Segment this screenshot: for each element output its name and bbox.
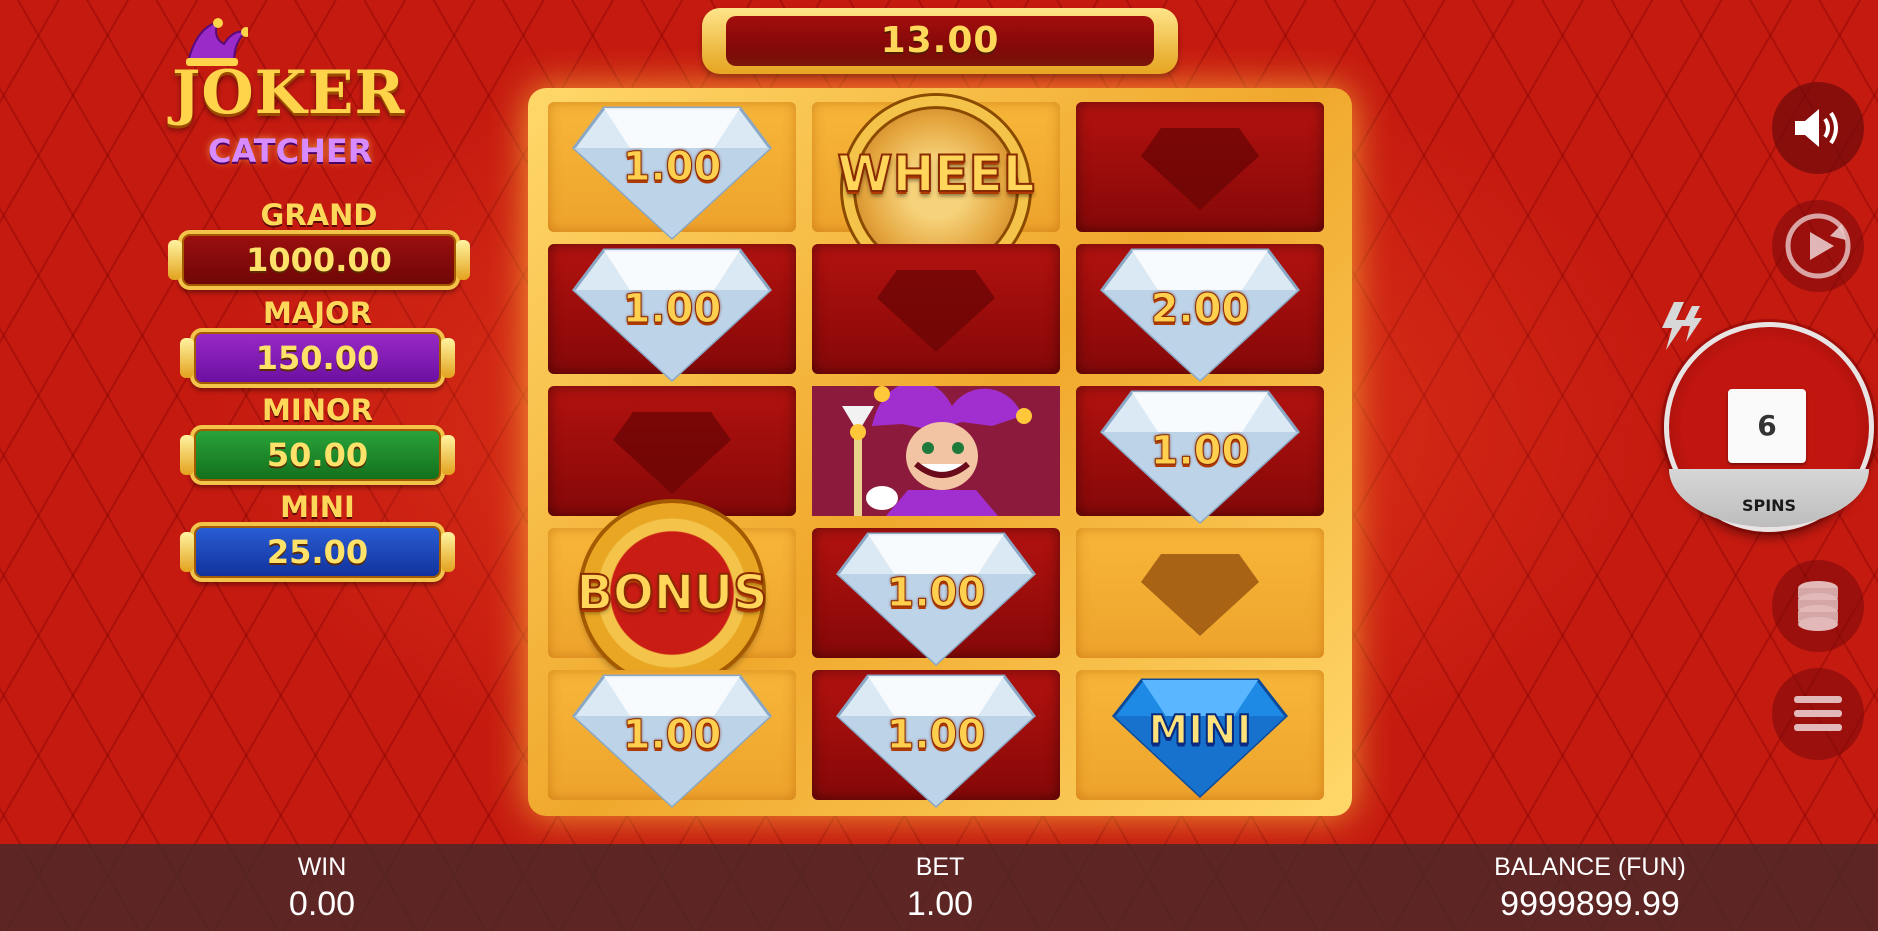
reel-cell-r2c2: 1.00 [1076, 386, 1324, 525]
jackpot-major-value: 150.00 [180, 328, 455, 388]
diamond-value: 1.00 [886, 712, 986, 759]
empty-diamond-icon [877, 270, 995, 352]
balance-display: BALANCE (FUN) 9999899.99 [1440, 852, 1740, 926]
diamond-symbol: 1.00 [564, 234, 780, 384]
autoplay-icon [1785, 213, 1851, 279]
reel-cell-r3c2 [1076, 528, 1324, 658]
jackpot-mini-label: MINI [280, 490, 355, 524]
jackpot-mini-value: 25.00 [180, 522, 455, 582]
wheel-symbol: WHEEL [836, 74, 1036, 282]
bet-button[interactable] [1772, 560, 1864, 652]
bonus-symbol: BONUS [575, 503, 769, 683]
coin-stack-icon [1798, 581, 1838, 631]
menu-button[interactable] [1772, 668, 1864, 760]
total-win-value: 13.00 [726, 16, 1154, 66]
menu-icon [1794, 696, 1842, 731]
game-logo: JOKER CATCHER [168, 18, 468, 170]
reel-cell-r2c1 [812, 386, 1060, 516]
jackpot-minor-label: MINOR [262, 393, 373, 427]
diamond-symbol: 1.00 [564, 92, 780, 242]
wheel-label: WHEEL [836, 144, 1035, 204]
reel-cell-r2c0 [548, 386, 796, 516]
reel-cell-r1c1 [812, 244, 1060, 374]
joker-icon [812, 386, 1060, 516]
diamond-symbol: 2.00 [1092, 234, 1308, 384]
jackpot-major-label: MAJOR [262, 296, 373, 330]
reel-cell-r1c2: 2.00 [1076, 244, 1324, 383]
empty-diamond-icon [613, 412, 731, 494]
empty-diamond-icon [1141, 554, 1259, 636]
bet-value: 1.00 [906, 885, 974, 923]
diamond-value: 1.00 [886, 570, 986, 617]
mini-diamond-symbol: MINI [1110, 670, 1290, 800]
diamond-value: 1.00 [622, 144, 722, 191]
bet-label: BET [915, 853, 965, 881]
status-bar: WIN 0.00 BET 1.00 BALANCE (FUN) 9999899.… [0, 844, 1878, 931]
jackpot-grand-label: GRAND [260, 198, 378, 232]
total-win-plaque: 13.00 [702, 8, 1178, 74]
jackpot-grand-value: 1000.00 [168, 230, 470, 290]
autoplay-button[interactable] [1772, 200, 1864, 292]
jackpot-grand: GRAND 1000.00 [168, 198, 470, 290]
jackpot-major: MAJOR 150.00 [180, 296, 455, 388]
logo-title-line1: JOKER [172, 58, 406, 128]
reel-cell-r3c0: BONUS [548, 503, 796, 683]
reel-cell-r4c2: MINI [1076, 670, 1324, 800]
bonus-label: BONUS [575, 564, 768, 622]
jackpot-minor-value: 50.00 [180, 425, 455, 485]
speaker-icon [1795, 109, 1838, 147]
sound-button[interactable] [1772, 82, 1864, 174]
spins-label: SPINS [1741, 496, 1797, 515]
empty-diamond-icon [1141, 128, 1259, 210]
win-value: 0.00 [288, 885, 356, 923]
bet-display: BET 1.00 [850, 852, 1030, 926]
reel-cell-r4c0: 1.00 [548, 670, 796, 809]
mini-label: MINI [1147, 706, 1252, 754]
reel-cell-r4c1: 1.00 [812, 670, 1060, 809]
jackpot-minor: MINOR 50.00 [180, 393, 455, 485]
diamond-value: 1.00 [622, 286, 722, 333]
spin-button[interactable]: 6 SPINS [1664, 322, 1874, 532]
diamond-symbol: 1.00 [828, 518, 1044, 668]
reel-cell-r0c2 [1076, 102, 1324, 232]
reel-board: 1.00 WHEEL 1.00 2.00 1.00 BONUS 1.00 1.0… [528, 88, 1352, 816]
reel-cell-r0c1: WHEEL [812, 96, 1060, 282]
reel-cell-r3c1: 1.00 [812, 528, 1060, 667]
jackpot-mini: MINI 25.00 [180, 490, 455, 582]
diamond-symbol: 1.00 [564, 660, 780, 810]
logo-title-line2: CATCHER [208, 132, 373, 170]
reel-cell-r0c0: 1.00 [548, 102, 796, 241]
diamond-value: 1.00 [1150, 428, 1250, 475]
reel-cell-r1c0: 1.00 [548, 244, 796, 383]
win-display: WIN 0.00 [232, 852, 412, 926]
win-label: WIN [297, 853, 347, 881]
balance-value: 9999899.99 [1500, 885, 1680, 923]
diamond-symbol: 1.00 [828, 660, 1044, 810]
balance-label: BALANCE (FUN) [1494, 853, 1686, 881]
diamond-value: 1.00 [622, 712, 722, 759]
diamond-value: 2.00 [1150, 286, 1250, 333]
diamond-symbol: 1.00 [1092, 376, 1308, 526]
spins-remaining-count: 6 [1728, 389, 1806, 463]
